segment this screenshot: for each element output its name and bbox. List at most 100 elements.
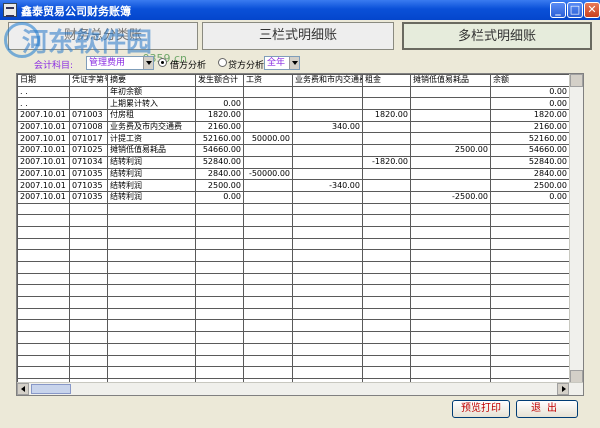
table-row[interactable]: . . 上期累计转入 0.00 0.00 [17,97,570,111]
table-cell [243,331,293,344]
table-row[interactable]: 2007.10.01 071025 摊销低值易耗品 54660.00 2500.00 54… [17,144,570,157]
table-cell [292,366,363,379]
table-row[interactable]: . . 年初余额 0.00 [17,85,570,99]
minimize-button[interactable]: _ [550,2,566,18]
debit-analysis-radio[interactable] [158,58,167,67]
table-cell [195,296,244,309]
empty-table-row[interactable] [17,214,570,227]
table-cell [292,109,363,122]
table-cell [362,307,411,321]
table-cell [195,342,244,356]
table-cell [107,214,196,227]
table-cell [107,202,196,216]
empty-table-row[interactable] [17,331,570,344]
empty-table-row[interactable] [17,366,570,379]
table-row[interactable]: 2007.10.01 071008 业务费及市内交通费 2160.00 340.00 21… [17,120,570,134]
table-cell [292,307,363,321]
scroll-up-arrow-icon[interactable] [570,74,583,87]
empty-table-row[interactable] [17,237,570,251]
table-cell [410,120,491,134]
table-cell: 1820.00 [195,109,244,122]
maximize-button[interactable]: □ [567,2,583,18]
table-cell [243,85,293,99]
empty-table-row[interactable] [17,319,570,333]
empty-table-row[interactable] [17,249,570,262]
exit-button[interactable]: 退出 [516,400,578,418]
empty-table-row[interactable] [17,272,570,286]
empty-table-row[interactable] [17,342,570,356]
table-cell [17,354,70,368]
table-cell [17,284,70,298]
table-cell: 52840.00 [195,155,244,169]
empty-table-row[interactable] [17,307,570,321]
table-cell: -50000.00 [243,167,293,181]
vertical-scrollbar[interactable] [569,74,583,383]
column-header[interactable]: 余额 [490,74,570,87]
table-cell [410,272,491,286]
scroll-thumb[interactable] [31,384,71,394]
table-cell [107,354,196,368]
table-cell: 年初余额 [107,85,196,99]
table-row[interactable]: 2007.10.01 071035 结转利润 2840.00 -50000.00 2840… [17,167,570,181]
table-cell [243,202,293,216]
print-preview-button[interactable]: 预览打印 [452,400,510,418]
table-cell [243,144,293,157]
empty-table-row[interactable] [17,202,570,216]
column-header[interactable]: 业务费和市内交通费 [292,74,363,87]
column-header[interactable]: 发生额合计 [195,74,244,87]
table-cell [410,214,491,227]
table-cell [362,132,411,146]
tab-multi-column-ledger[interactable]: 多栏式明细账 [402,22,592,50]
chevron-down-icon[interactable] [289,57,299,69]
table-cell [69,319,108,333]
table-cell: 结转利润 [107,167,196,181]
close-button[interactable]: ✕ [584,2,600,18]
ledger-grid[interactable]: 日期凭证字第号摘要发生额合计工资业务费和市内交通费租金摊销低值易耗品余额 . .… [16,73,584,396]
table-cell [292,272,363,286]
column-header[interactable]: 凭证字第号 [69,74,108,87]
empty-table-row[interactable] [17,296,570,309]
table-cell: 0.00 [490,85,570,99]
table-cell [17,272,70,286]
tab-general-ledger[interactable]: 财务总分类账 [8,22,198,50]
table-cell [292,190,363,204]
table-row[interactable]: 2007.10.01 071035 结转利润 0.00 -2500.00 0.00 [17,190,570,204]
table-header-row: 日期凭证字第号摘要发生额合计工资业务费和市内交通费租金摊销低值易耗品余额 [17,74,570,87]
column-header[interactable]: 摘要 [107,74,196,87]
tab-three-column-ledger[interactable]: 三栏式明细账 [202,22,394,50]
period-select[interactable]: 全年 [264,56,300,70]
table-cell: 54660.00 [195,144,244,157]
column-header[interactable]: 日期 [17,74,70,87]
column-header[interactable]: 工资 [243,74,293,87]
table-cell [243,97,293,111]
scroll-left-arrow-icon[interactable] [17,383,29,395]
empty-table-row[interactable] [17,284,570,298]
chevron-down-icon[interactable] [143,57,153,69]
table-cell [17,202,70,216]
table-cell [69,366,108,379]
table-row[interactable]: 2007.10.01 071003 付房租 1820.00 1820.00 1820.00 [17,109,570,122]
table-cell: 340.00 [292,120,363,134]
table-cell [17,249,70,262]
table-cell [17,366,70,379]
account-select[interactable]: 管理费用 [86,56,154,70]
credit-analysis-radio[interactable] [218,58,227,67]
table-cell [195,354,244,368]
column-header[interactable]: 租金 [362,74,411,87]
empty-table-row[interactable] [17,261,570,274]
table-row[interactable]: 2007.10.01 071017 计提工资 52160.00 50000.00 5216… [17,132,570,146]
horizontal-scrollbar[interactable] [17,382,583,395]
scroll-right-arrow-icon[interactable] [557,383,569,395]
empty-table-row[interactable] [17,225,570,239]
table-cell [362,179,411,192]
table-cell [243,249,293,262]
table-cell [69,307,108,321]
table-row[interactable]: 2007.10.01 071035 结转利润 2500.00 -340.00 2500.0… [17,179,570,192]
table-row[interactable]: 2007.10.01 071034 结转利润 52840.00 -1820.00 5284… [17,155,570,169]
empty-table-row[interactable] [17,354,570,368]
table-cell: 2007.10.01 [17,120,70,134]
column-header[interactable]: 摊销低值易耗品 [410,74,491,87]
table-cell [107,307,196,321]
table-cell [17,225,70,239]
table-cell [69,284,108,298]
